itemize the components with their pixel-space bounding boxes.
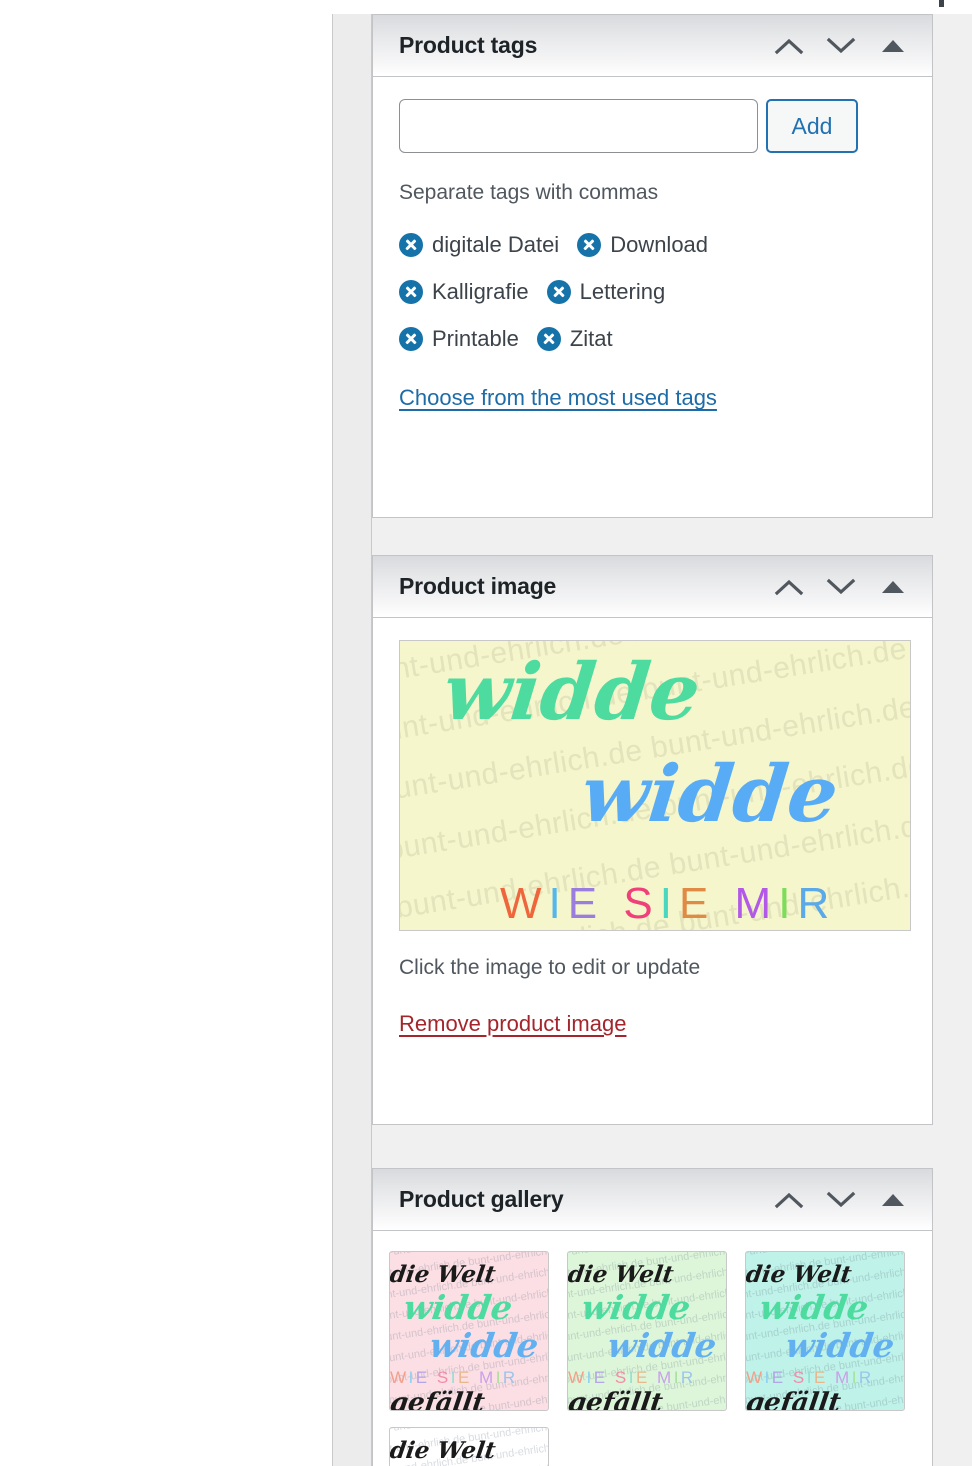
product-image-body: bunt-und-ehrlich.de bunt-und-ehrlich.de …: [373, 618, 932, 1063]
chevron-down-icon: [826, 578, 856, 596]
thumb-footer: gefällt: [567, 1388, 665, 1411]
tag-label: Kalligrafie: [432, 279, 529, 305]
thumb-title: die Welt: [389, 1437, 498, 1464]
editor-main-area: [0, 0, 332, 1466]
product-gallery-header-actions: [766, 1177, 916, 1223]
remove-tag-icon[interactable]: [399, 280, 423, 305]
gallery-thumbnail[interactable]: bunt-und-ehrlich.de bunt-und-ehrlich.de …: [567, 1251, 727, 1411]
product-tags-title: Product tags: [399, 32, 538, 58]
move-up-button[interactable]: [766, 1177, 812, 1223]
chevron-up-icon: [774, 1191, 804, 1209]
product-gallery-title: Product gallery: [399, 1186, 564, 1212]
artwork-line-multicolor: WIE SIE MIR: [500, 879, 837, 928]
move-down-button[interactable]: [818, 1177, 864, 1223]
tags-hint-text: Separate tags with commas: [399, 181, 659, 204]
move-up-button[interactable]: [766, 23, 812, 69]
move-down-button[interactable]: [818, 564, 864, 610]
column-divider: [332, 0, 372, 1466]
tag-item: digitale Datei: [399, 232, 560, 258]
toggle-panel-button[interactable]: [870, 23, 916, 69]
tag-item: Download: [577, 232, 709, 258]
thumb-multicolor: WIE SIE MIR: [568, 1368, 696, 1387]
remove-tag-icon[interactable]: [577, 233, 602, 258]
sidebar-right-gutter: [934, 14, 972, 1466]
artwork-line-blue: widde: [577, 749, 843, 840]
product-image-panel: Product image bunt-und-ehrlich.de bunt-u…: [372, 555, 933, 1125]
chevron-up-icon: [774, 578, 804, 596]
new-tag-input[interactable]: [399, 99, 758, 153]
gallery-thumbnail-grid: bunt-und-ehrlich.de bunt-und-ehrlich.de …: [389, 1251, 908, 1466]
chevron-up-icon: [774, 37, 804, 55]
thumbnail-artwork: die WeltwiddewiddeWIE SIE MIRgefällt: [390, 1428, 548, 1466]
triangle-up-icon: [881, 1193, 905, 1207]
chevron-down-icon: [826, 37, 856, 55]
thumb-footer: gefällt: [389, 1388, 487, 1411]
toggle-panel-button[interactable]: [870, 1177, 916, 1223]
thumbnail-artwork: die WeltwiddewiddeWIE SIE MIRgefällt: [390, 1252, 548, 1410]
product-tags-body: Add Separate tags with commas digitale D…: [373, 77, 932, 411]
admin-sidebar-column: Product tags Add Separate tags with comm…: [0, 0, 972, 1466]
chevron-down-icon: [826, 1191, 856, 1209]
move-up-button[interactable]: [766, 564, 812, 610]
product-tags-panel: Product tags Add Separate tags with comm…: [372, 14, 933, 518]
product-image-hint: Click the image to edit or update: [399, 956, 701, 979]
gallery-thumbnail[interactable]: bunt-und-ehrlich.de bunt-und-ehrlich.de …: [389, 1427, 549, 1466]
toggle-panel-button[interactable]: [870, 564, 916, 610]
product-gallery-body: bunt-und-ehrlich.de bunt-und-ehrlich.de …: [373, 1231, 932, 1466]
thumb-green: widde: [757, 1288, 871, 1327]
thumbnail-artwork: die WeltwiddewiddeWIE SIE MIRgefällt: [746, 1252, 904, 1410]
tag-label: digitale Datei: [432, 232, 560, 258]
thumb-title: die Welt: [389, 1261, 498, 1288]
artwork-line-green: widde: [439, 647, 705, 738]
remove-product-image-link[interactable]: Remove product image: [399, 1011, 626, 1037]
tag-label: Lettering: [579, 279, 666, 305]
scroll-marker: [939, 0, 944, 7]
remove-tag-icon[interactable]: [399, 327, 423, 352]
thumb-title: die Welt: [567, 1261, 676, 1288]
thumbnail-artwork: die WeltwiddewiddeWIE SIE MIRgefällt: [568, 1252, 726, 1410]
product-tags-header: Product tags: [373, 15, 932, 77]
top-strip: [0, 0, 972, 14]
featured-image-artwork: widde widde WIE SIE MIR: [400, 641, 910, 930]
tag-item: Lettering: [546, 279, 666, 305]
tag-input-row: Add: [399, 99, 906, 153]
choose-most-used-tags-link[interactable]: Choose from the most used tags: [399, 385, 717, 411]
thumb-multicolor: WIE SIE MIR: [390, 1368, 518, 1387]
product-image-header: Product image: [373, 556, 932, 618]
tag-list: digitale Datei Download Kalligrafie Lett…: [399, 232, 794, 352]
remove-tag-icon[interactable]: [546, 280, 571, 305]
thumb-title: die Welt: [745, 1261, 854, 1288]
thumb-green: widde: [579, 1288, 693, 1327]
tag-item: Kalligrafie: [399, 279, 529, 305]
triangle-up-icon: [881, 580, 905, 594]
product-image-title: Product image: [399, 573, 557, 599]
product-gallery-panel: Product gallery bunt-und-ehrlich.de bunt…: [372, 1168, 933, 1466]
thumb-blue: widde: [427, 1326, 541, 1365]
thumb-multicolor: WIE SIE MIR: [746, 1368, 874, 1387]
remove-tag-icon[interactable]: [536, 327, 561, 352]
gallery-thumbnail[interactable]: bunt-und-ehrlich.de bunt-und-ehrlich.de …: [745, 1251, 905, 1411]
thumb-blue: widde: [605, 1326, 719, 1365]
tag-label: Download: [610, 232, 709, 258]
thumb-green: widde: [401, 1288, 515, 1327]
product-image-header-actions: [766, 564, 916, 610]
add-tag-button[interactable]: Add: [766, 99, 858, 153]
move-down-button[interactable]: [818, 23, 864, 69]
tag-item: Printable: [399, 326, 519, 352]
thumb-footer: gefällt: [745, 1388, 843, 1411]
featured-image-thumbnail[interactable]: bunt-und-ehrlich.de bunt-und-ehrlich.de …: [399, 640, 911, 931]
gallery-thumbnail[interactable]: bunt-und-ehrlich.de bunt-und-ehrlich.de …: [389, 1251, 549, 1411]
thumb-blue: widde: [783, 1326, 897, 1365]
tag-item: Zitat: [536, 326, 613, 352]
tag-label: Printable: [432, 326, 519, 352]
product-tags-header-actions: [766, 23, 916, 69]
product-gallery-header: Product gallery: [373, 1169, 932, 1231]
triangle-up-icon: [881, 39, 905, 53]
tag-label: Zitat: [569, 326, 613, 352]
remove-tag-icon[interactable]: [399, 233, 423, 258]
